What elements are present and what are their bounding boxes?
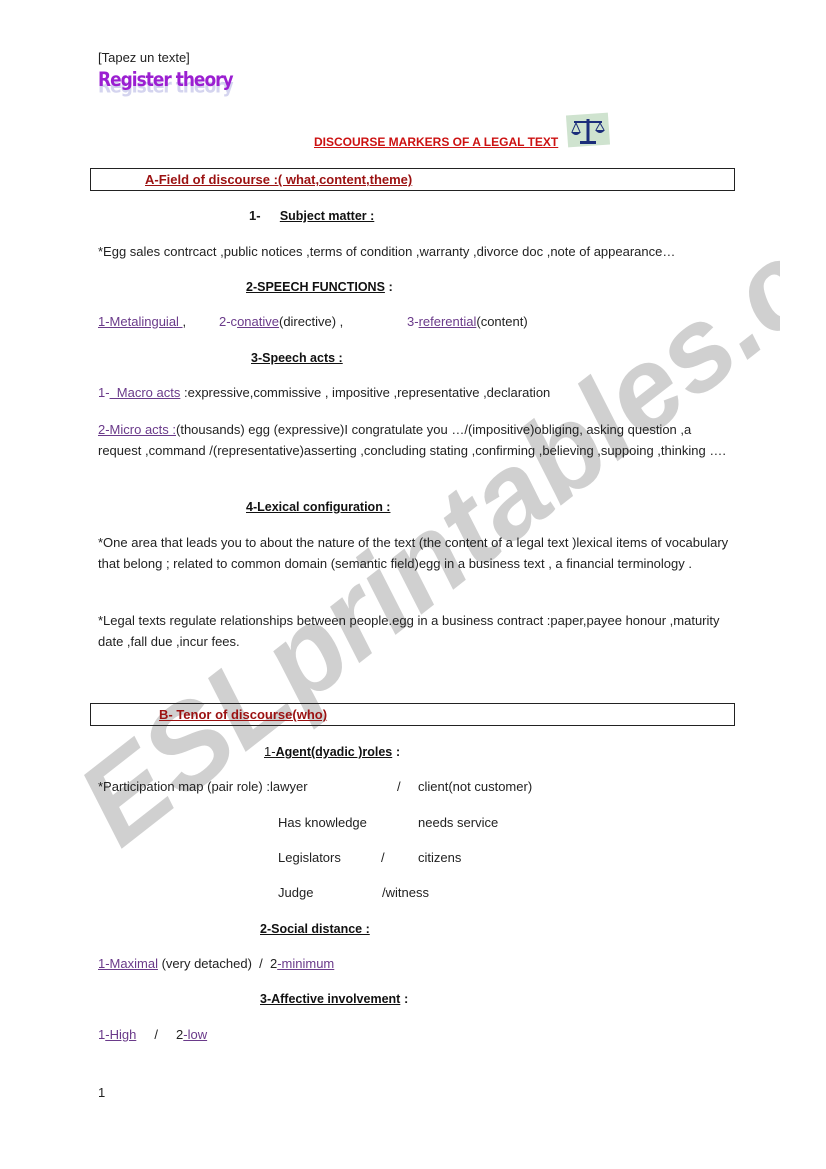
minimum-link[interactable]: -minimum (277, 956, 334, 971)
speech-function-3-suffix: (content) (476, 314, 528, 329)
role-row-3-left: Legislators (278, 850, 341, 865)
macro-acts-link[interactable]: Macro acts (110, 385, 181, 400)
role-row-2-left: Has knowledge (278, 815, 367, 830)
speech-function-3-prefix: 3- (407, 314, 419, 329)
micro-acts-paragraph: 2-Micro acts :(thousands) egg (expressiv… (98, 419, 738, 461)
header-placeholder[interactable]: [Tapez un texte] (98, 50, 190, 65)
speech-acts-heading: 3-Speech acts : (251, 350, 343, 365)
social-distance-heading: 2-Social distance : (260, 921, 370, 936)
scales-of-justice-icon (565, 112, 611, 148)
agent-roles-title: Agent(dyadic )roles (275, 745, 393, 759)
role-row-2-right: needs service (418, 815, 499, 830)
macro-acts-prefix: 1- (98, 385, 110, 400)
watermark: ESLprintables.com (60, 250, 780, 870)
affective-involvement-line: 1-High / 2-low (98, 1027, 207, 1042)
lexical-paragraph-2: *Legal texts regulate relationships betw… (98, 613, 720, 649)
social-distance-middle: (very detached) / 2 (157, 956, 278, 971)
lexical-paragraph-1: *One area that leads you to about the na… (98, 535, 729, 571)
section-b-label: B- Tenor of discourse(who) (97, 707, 327, 722)
speech-function-2: 2-conative(directive) , (219, 314, 343, 329)
page-number: 1 (98, 1085, 106, 1100)
speech-acts-title: 3-Speech acts : (251, 351, 343, 365)
document-title-text: DISCOURSE MARKERS OF A LEGAL TEXT (314, 135, 559, 149)
lexical-configuration-heading: 4-Lexical configuration : (246, 499, 390, 514)
role-row-3-sep: / (381, 850, 385, 865)
macro-acts-text: :expressive,commissive , impositive ,rep… (180, 385, 551, 400)
role-row-4-left: Judge (278, 885, 314, 900)
speech-function-2-suffix: (directive) , (278, 314, 344, 329)
speech-functions-colon: : (384, 279, 393, 294)
agent-roles-prefix: 1- (264, 744, 276, 759)
affective-involvement-heading: 3-Affective involvement : (260, 991, 408, 1006)
high-link[interactable]: -High (105, 1027, 136, 1042)
speech-functions-heading: 2-SPEECH FUNCTIONS : (246, 279, 393, 294)
section-a-label-text: A-Field of discourse :( what,content,the… (145, 172, 413, 187)
low-link[interactable]: -low (183, 1027, 207, 1042)
macro-acts-line: 1- Macro acts :expressive,commissive , i… (98, 385, 550, 400)
speech-function-1: 1-Metalinguial , (98, 314, 186, 329)
document-title: DISCOURSE MARKERS OF A LEGAL TEXT (296, 135, 558, 149)
role-row-3-right: citizens (418, 850, 462, 865)
role-row-4-sep: /witness (382, 885, 429, 900)
maximal-link[interactable]: 1-Maximal (98, 956, 158, 971)
affective-involvement-title: 3-Affective involvement (260, 992, 401, 1006)
role-row-1-right: client(not customer) (418, 779, 533, 794)
lexical-configuration-title: 4-Lexical configuration : (246, 500, 391, 514)
speech-functions-title: 2-SPEECH FUNCTIONS (246, 280, 385, 294)
subject-matter-heading: 1- Subject matter : (249, 208, 374, 223)
agent-roles-heading: 1-Agent(dyadic )roles : (264, 744, 400, 759)
speech-function-2-prefix: 2-c (219, 314, 238, 329)
micro-acts-link[interactable]: 2-Micro acts : (98, 422, 176, 437)
section-b-label-text: B- Tenor of discourse(who) (159, 707, 328, 722)
subject-matter-text: *Egg sales contrcact ,public notices ,te… (98, 244, 676, 259)
role-row-1-sep: / (397, 779, 401, 794)
section-a-box: A-Field of discourse :( what,content,the… (90, 168, 735, 191)
affective-involvement-colon: : (400, 991, 409, 1006)
register-theory-logo: Register theory (98, 68, 234, 92)
affective-separator: / 2 (136, 1027, 184, 1042)
participation-map-intro: *Participation map (pair role) :lawyer (98, 779, 308, 794)
social-distance-title: 2-Social distance : (260, 922, 370, 936)
subject-matter-title: Subject matter : (279, 209, 375, 223)
section-b-box: B- Tenor of discourse(who) (90, 703, 735, 726)
speech-function-3: 3-referential(content) (407, 314, 528, 329)
subject-matter-number: 1- (249, 208, 261, 223)
agent-roles-colon: : (392, 744, 401, 759)
referential-link[interactable]: referential (419, 314, 477, 329)
section-a-label: A-Field of discourse :( what,content,the… (97, 172, 412, 187)
speech-function-1-suffix: , (182, 314, 187, 329)
metalinguial-link[interactable]: 1-Metalinguial (98, 314, 183, 329)
micro-acts-text: (thousands) egg (expressive)I congratula… (98, 422, 726, 458)
social-distance-line: 1-Maximal (very detached) / 2-minimum (98, 956, 334, 971)
conative-link[interactable]: onative (237, 314, 279, 329)
